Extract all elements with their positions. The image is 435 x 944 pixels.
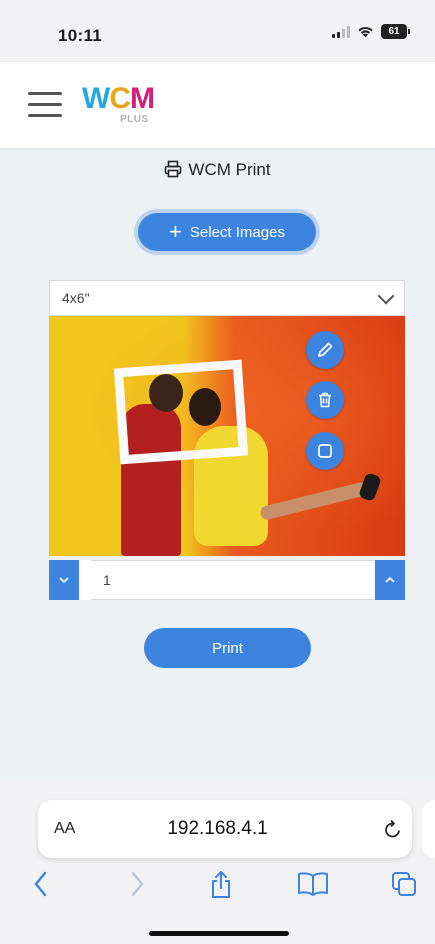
- logo-letter-c: C: [109, 82, 131, 115]
- wcm-logo: WCM PLUS: [82, 84, 172, 128]
- bookmarks-icon[interactable]: [296, 870, 330, 898]
- select-images-button[interactable]: + Select Images: [138, 213, 316, 251]
- print-size-select[interactable]: 4x6": [49, 280, 405, 316]
- logo-letter-w: W: [82, 82, 110, 115]
- status-icons: 61: [332, 24, 410, 39]
- chevron-down-icon: [59, 577, 69, 584]
- crop-icon: [318, 444, 332, 458]
- battery-indicator: 61: [381, 24, 410, 39]
- crop-photo-button[interactable]: [306, 432, 344, 470]
- trash-icon: [319, 392, 331, 408]
- edit-photo-button[interactable]: [306, 331, 344, 369]
- print-size-value: 4x6": [62, 290, 90, 306]
- quantity-stepper: 1: [49, 560, 405, 600]
- hamburger-icon[interactable]: [28, 92, 62, 118]
- delete-photo-button[interactable]: [306, 381, 344, 419]
- page-title-text: WCM Print: [188, 160, 271, 179]
- reload-icon[interactable]: [383, 818, 403, 840]
- increment-button[interactable]: [375, 560, 405, 600]
- status-bar: 10:11 61: [0, 0, 435, 62]
- photo-prop-frame: [113, 359, 249, 465]
- wifi-icon: [358, 26, 373, 38]
- share-icon[interactable]: [208, 870, 234, 900]
- photo-preview: [49, 316, 405, 556]
- plus-icon: +: [169, 219, 182, 244]
- home-indicator: [149, 931, 289, 936]
- back-icon[interactable]: [32, 870, 50, 898]
- page-title: WCM Print: [0, 160, 435, 180]
- logo-sub: PLUS: [120, 114, 149, 125]
- select-images-label: Select Images: [189, 223, 285, 241]
- chevron-down-icon: [377, 287, 395, 304]
- quantity-field[interactable]: 1: [91, 560, 375, 600]
- tabs-icon[interactable]: [390, 870, 418, 898]
- url-text[interactable]: 192.168.4.1: [0, 818, 435, 840]
- logo-letter-m: M: [130, 82, 155, 115]
- forward-icon[interactable]: [128, 870, 146, 898]
- printer-icon: [165, 160, 182, 178]
- print-button[interactable]: Print: [144, 628, 311, 668]
- signal-icon: [332, 25, 350, 38]
- app-header: WCM PLUS: [0, 62, 435, 148]
- edit-icon: [318, 342, 333, 357]
- status-time: 10:11: [58, 26, 103, 45]
- chevron-up-icon: [385, 576, 395, 583]
- decrement-button[interactable]: [49, 560, 79, 600]
